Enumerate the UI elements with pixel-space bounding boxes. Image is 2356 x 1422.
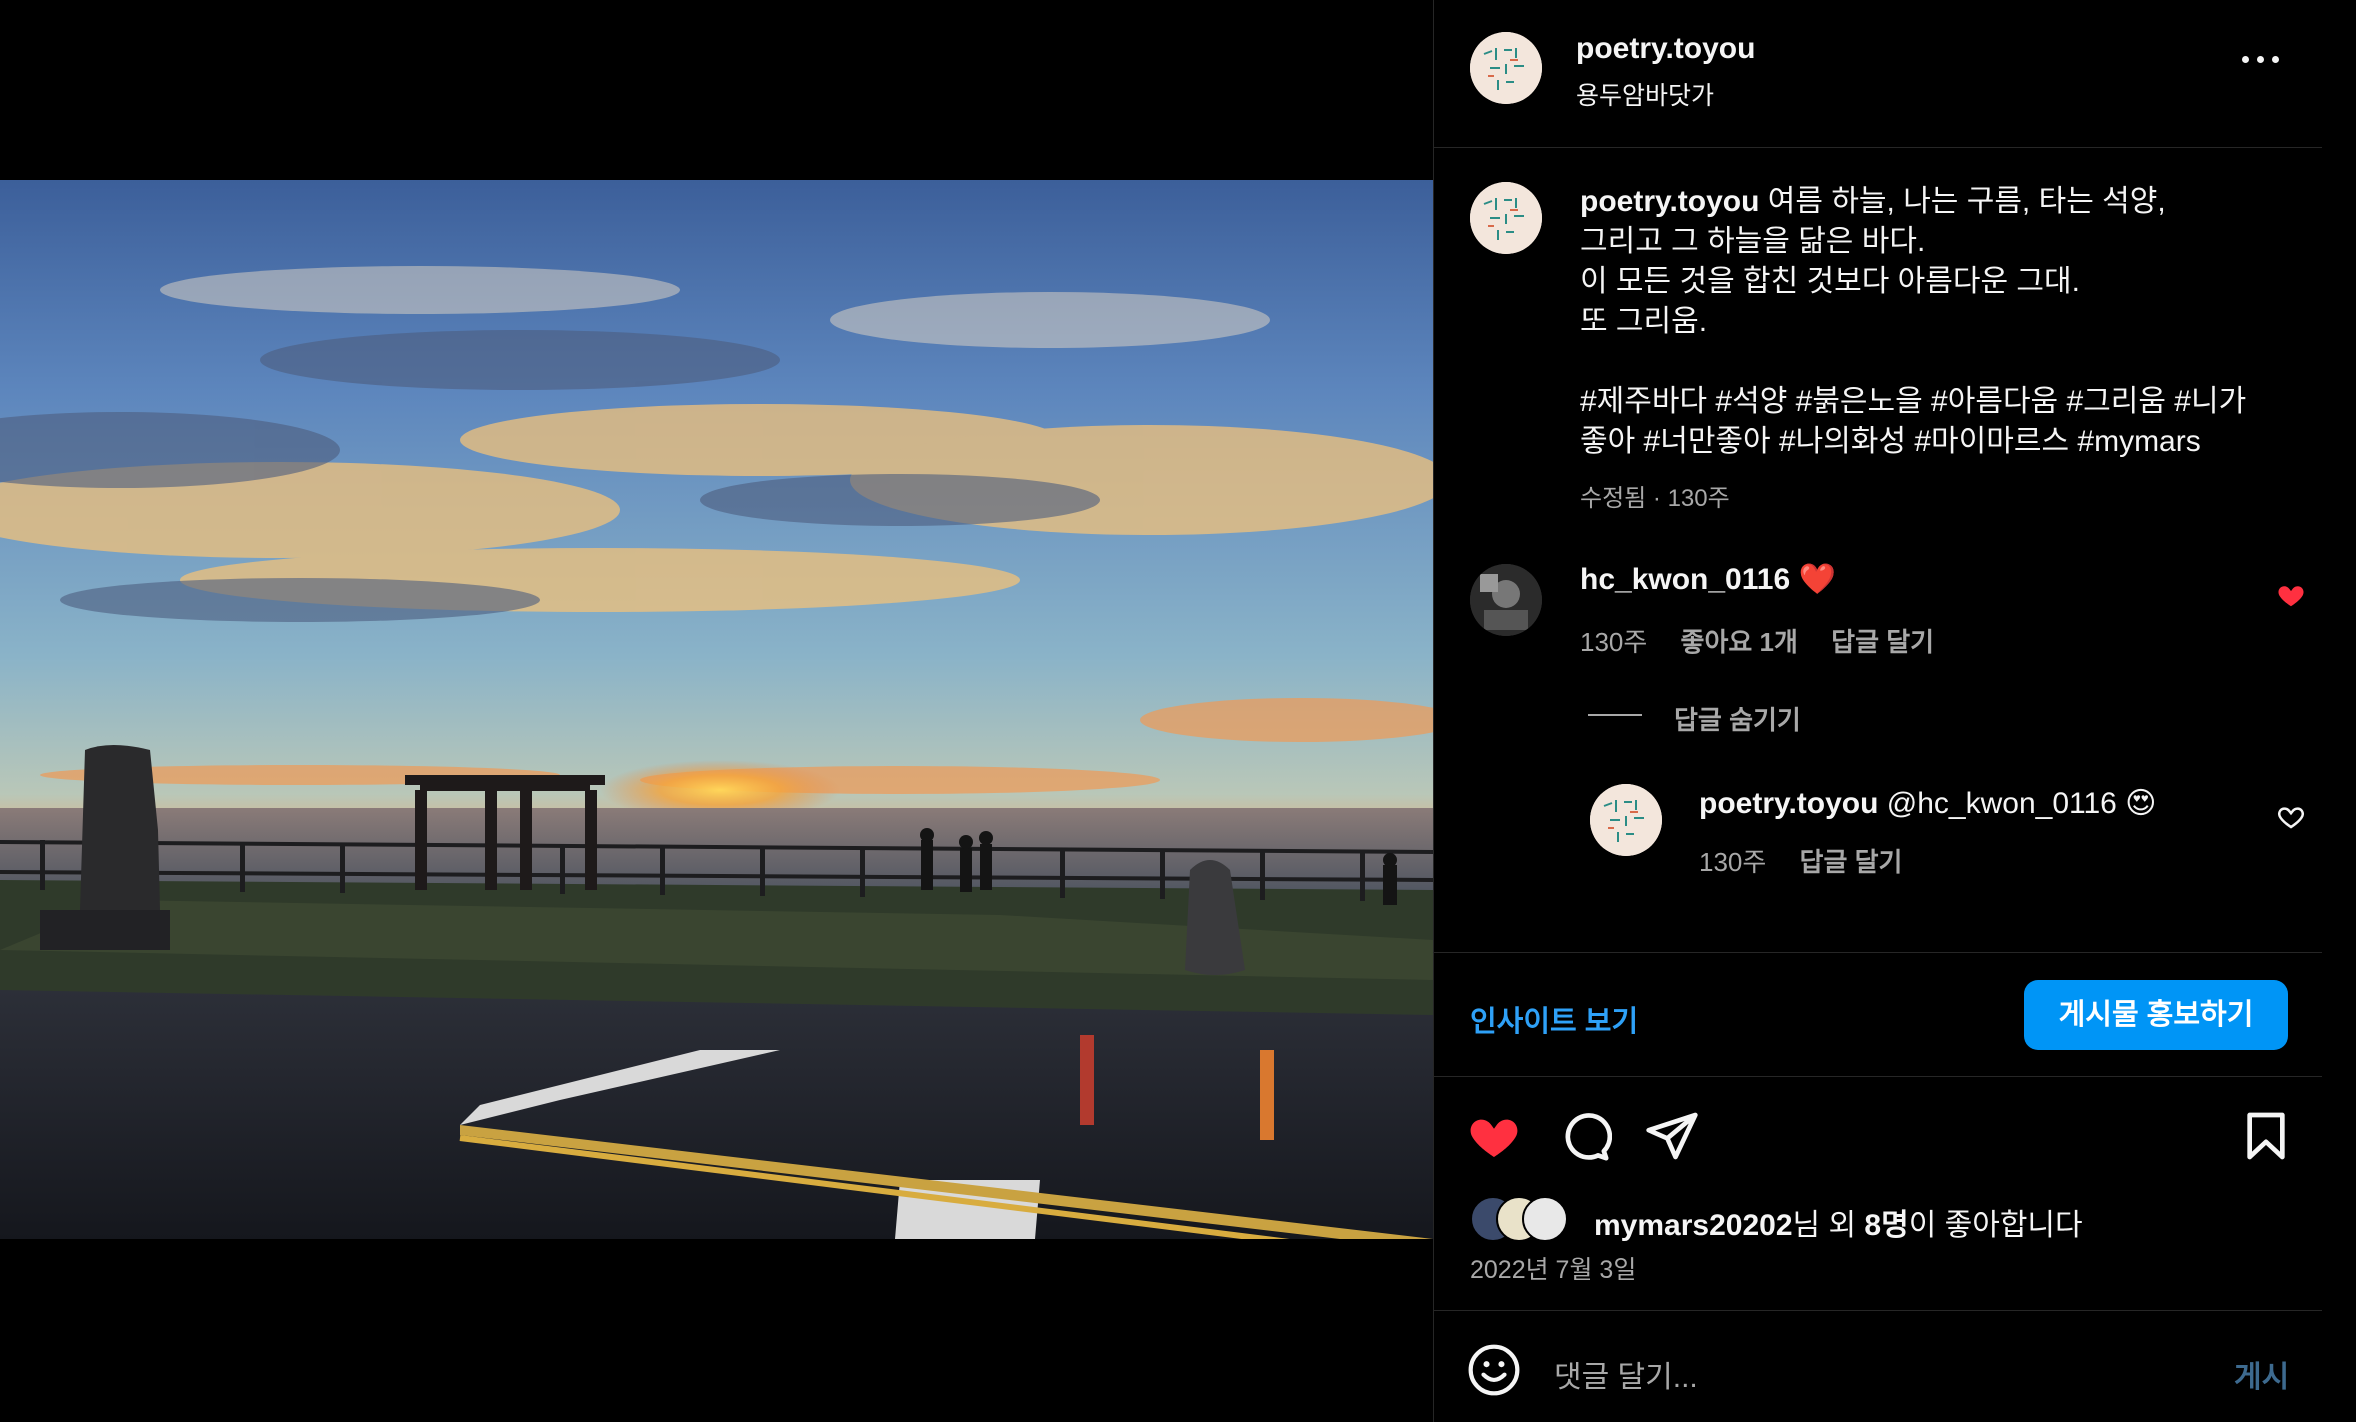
share-icon[interactable] xyxy=(1644,1108,1700,1164)
promote-post-button[interactable]: 게시물 홍보하기 xyxy=(2024,980,2288,1050)
reply-reply-button[interactable]: 답글 달기 xyxy=(1800,847,1903,877)
post-header: poetry.toyou 용두암바닷가 xyxy=(1434,0,2322,148)
author-username[interactable]: poetry.toyou xyxy=(1576,32,1755,66)
commenter-username[interactable]: hc_kwon_0116 xyxy=(1580,563,1790,596)
liker-username[interactable]: mymars20202 xyxy=(1594,1209,1793,1242)
hide-replies-button[interactable]: 답글 숨기기 xyxy=(1674,700,1801,737)
commenter-avatar[interactable] xyxy=(1470,564,1542,636)
post-location[interactable]: 용두암바닷가 xyxy=(1576,76,1714,112)
reply-age: 130주 xyxy=(1699,847,1767,877)
comment-icon[interactable] xyxy=(1556,1108,1612,1164)
divider xyxy=(1434,1076,2322,1077)
post-comment-button[interactable]: 게시 xyxy=(2234,1352,2289,1396)
likes-suffix-a: 님 외 xyxy=(1792,1209,1865,1242)
reply-avatar[interactable] xyxy=(1590,784,1662,856)
reply-heart-outline-icon[interactable] xyxy=(2276,802,2306,832)
reply-actions: 130주 답글 달기 xyxy=(1699,842,1928,879)
divider xyxy=(1434,1310,2322,1311)
liker-avatar[interactable] xyxy=(1522,1196,1568,1242)
comment-age: 130주 xyxy=(1580,627,1648,657)
post-caption: poetry.toyou 여름 하늘, 나는 구름, 타는 석양, 그리고 그 … xyxy=(1580,182,2280,462)
comment-heart-filled-icon[interactable] xyxy=(2276,580,2306,610)
more-options-icon[interactable] xyxy=(2242,50,2282,70)
caption-avatar[interactable] xyxy=(1470,182,1542,254)
post-sidebar: poetry.toyou 용두암바닷가 poetry.toyou 여름 하늘, … xyxy=(1433,0,2356,1422)
emoji-icon[interactable] xyxy=(1466,1342,1522,1398)
reply-username[interactable]: poetry.toyou xyxy=(1699,787,1878,820)
comment-text: ❤️ xyxy=(1798,563,1836,596)
divider xyxy=(1434,952,2322,953)
post-media[interactable] xyxy=(0,0,1433,1422)
post-photo[interactable] xyxy=(0,180,1433,1239)
reply-line: poetry.toyou @hc_kwon_0116 😍 xyxy=(1699,786,2156,821)
comment-actions: 130주 좋아요 1개 답글 달기 xyxy=(1580,622,1960,659)
author-avatar[interactable] xyxy=(1470,32,1542,104)
post-date: 2022년 7월 3일 xyxy=(1470,1256,1637,1284)
comment-input[interactable]: 댓글 달기... xyxy=(1554,1352,1698,1396)
caption-text: 여름 하늘, 나는 구름, 타는 석양, 그리고 그 하늘을 닮은 바다. 이 … xyxy=(1580,185,2247,458)
comment-reply-button[interactable]: 답글 달기 xyxy=(1831,627,1934,657)
view-insights-link[interactable]: 인사이트 보기 xyxy=(1470,998,1638,1040)
bookmark-icon[interactable] xyxy=(2238,1108,2294,1164)
hide-replies-line xyxy=(1588,714,1642,716)
comment-likes[interactable]: 좋아요 1개 xyxy=(1681,627,1798,657)
likes-others-count[interactable]: 8명 xyxy=(1864,1209,1908,1242)
likes-suffix-b: 이 좋아합니다 xyxy=(1908,1209,2083,1242)
comment-line: hc_kwon_0116 ❤️ xyxy=(1580,562,1836,597)
likes-summary[interactable]: mymars20202님 외 8명이 좋아합니다 xyxy=(1594,1200,2083,1244)
reply-text: @hc_kwon_0116 😍 xyxy=(1886,787,2157,820)
caption-username[interactable]: poetry.toyou xyxy=(1580,185,1759,218)
caption-meta: 수정됨 · 130주 xyxy=(1580,485,1730,512)
heart-filled-icon[interactable] xyxy=(1466,1108,1522,1164)
